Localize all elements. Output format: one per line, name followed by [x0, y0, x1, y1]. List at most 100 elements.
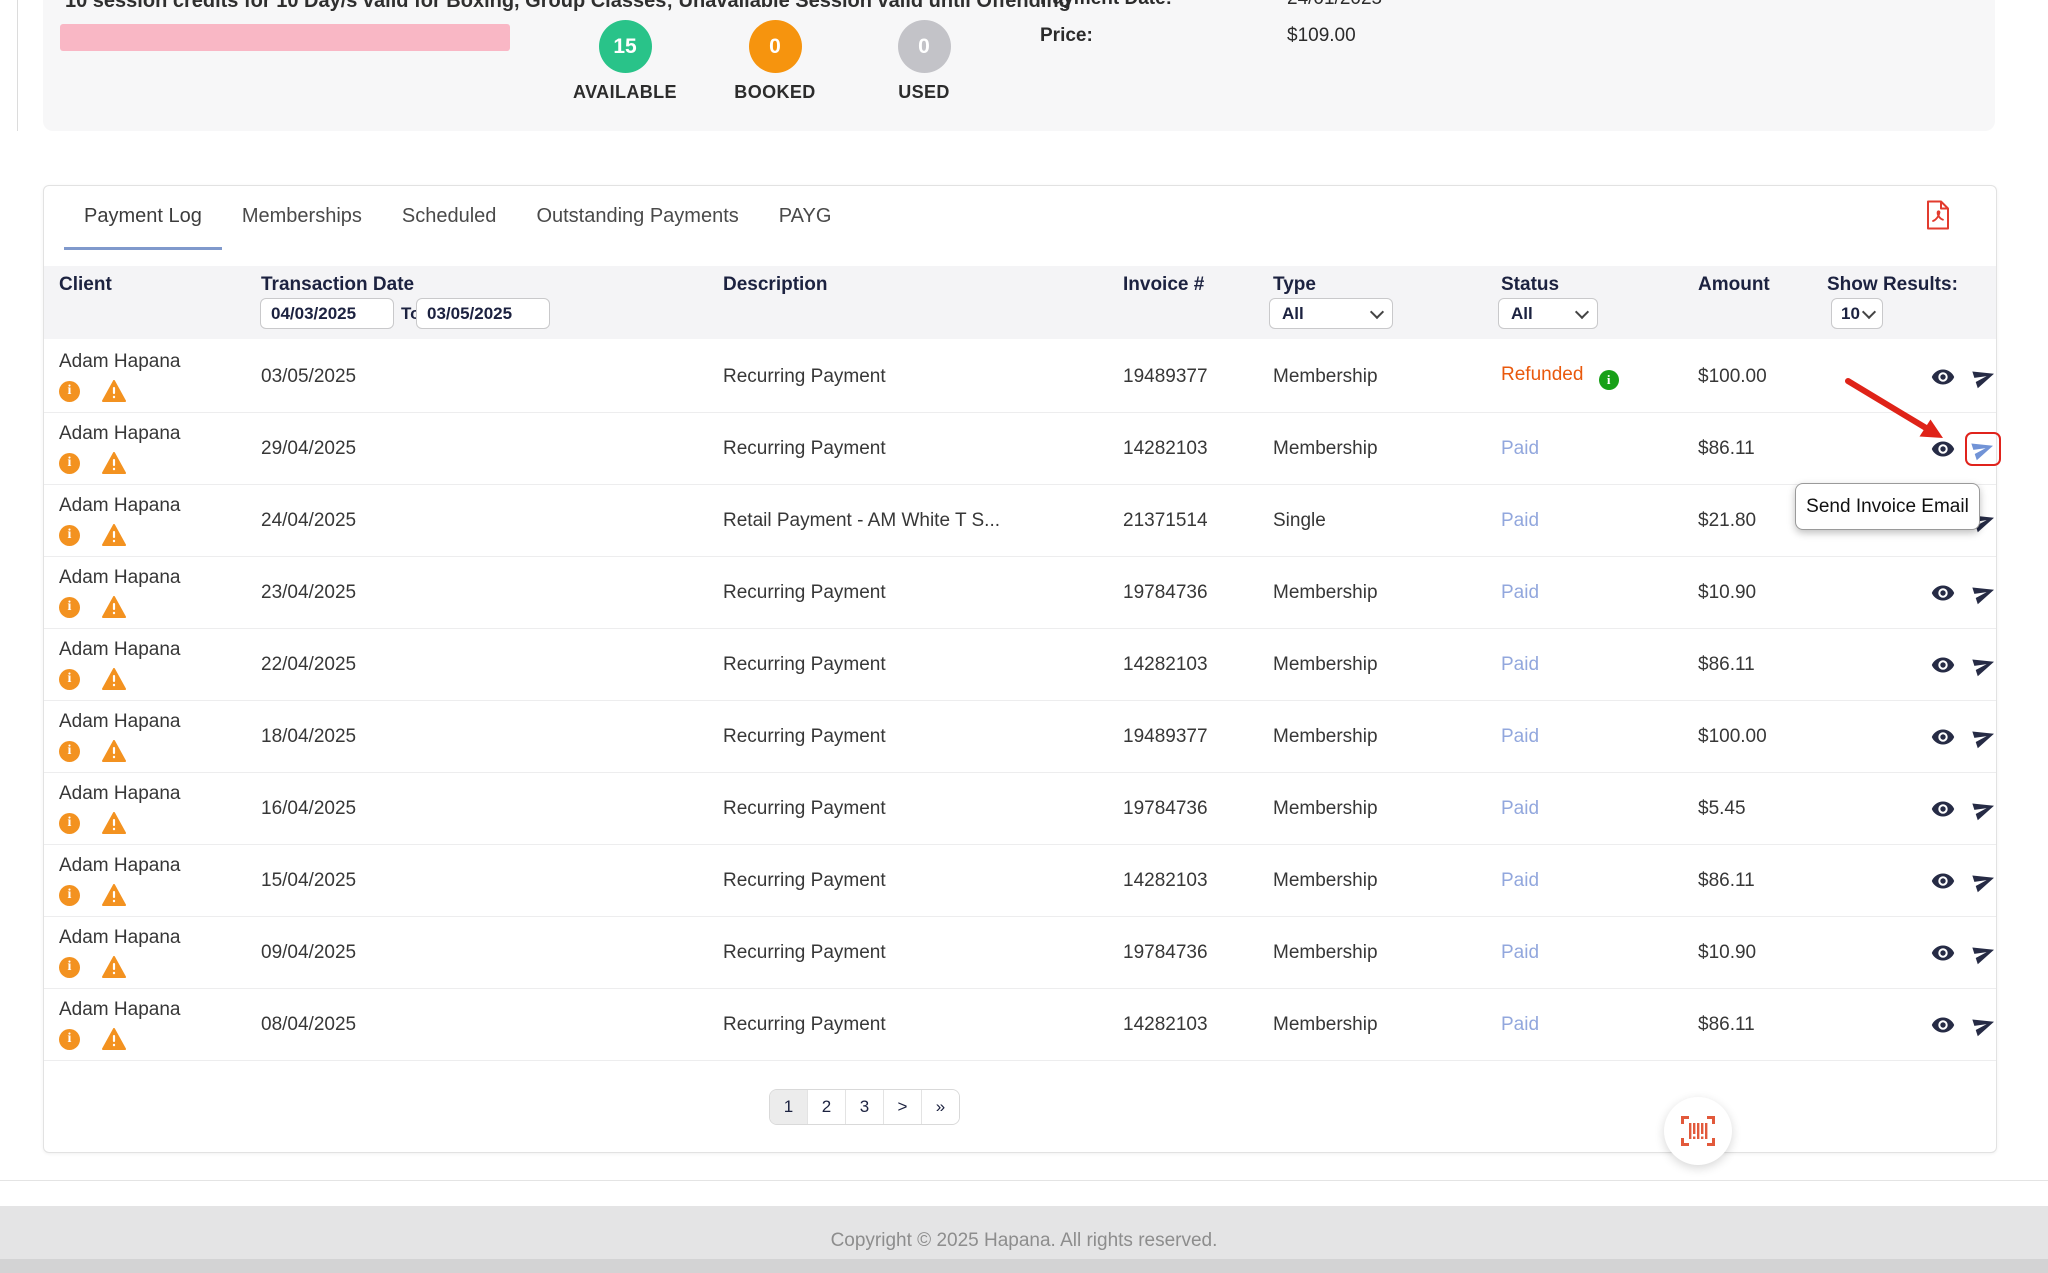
payment-type: Membership: [1273, 942, 1378, 964]
status-text: Paid: [1501, 582, 1539, 603]
refund-info-icon[interactable]: i: [1599, 370, 1619, 390]
tab[interactable]: Payment Log: [64, 186, 222, 250]
view-payment-icon[interactable]: [1931, 725, 1955, 749]
client-cell: Adam Hapana i: [59, 495, 180, 546]
amount: $86.11: [1698, 870, 1755, 892]
show-results-select[interactable]: 10: [1831, 298, 1883, 329]
status-cell: Paid i: [1501, 510, 1539, 532]
price-value: $109.00: [1287, 25, 1356, 47]
send-invoice-email-icon[interactable]: [1969, 867, 1999, 895]
tab[interactable]: Memberships: [222, 186, 382, 250]
amount: $5.45: [1698, 798, 1746, 820]
client-info-icon[interactable]: i: [59, 813, 80, 834]
amount: $86.11: [1698, 438, 1755, 460]
client-info-icon[interactable]: i: [59, 525, 80, 546]
status-cell: Paid i: [1501, 1014, 1539, 1036]
status-select[interactable]: All: [1498, 298, 1598, 329]
bottom-scrollbar-track[interactable]: [0, 1259, 2048, 1273]
view-payment-icon[interactable]: [1931, 941, 1955, 965]
stat-value: 0: [769, 35, 781, 59]
client-warning-icon[interactable]: [102, 812, 126, 834]
send-invoice-email-icon[interactable]: [1969, 363, 1999, 391]
description: Recurring Payment: [723, 798, 886, 820]
amount: $86.11: [1698, 1014, 1755, 1036]
invoice-number: 19489377: [1123, 366, 1208, 388]
client-warning-icon[interactable]: [102, 740, 126, 762]
client-warning-icon[interactable]: [102, 668, 126, 690]
send-invoice-email-icon[interactable]: [1965, 432, 2001, 466]
col-type: Type: [1273, 274, 1316, 296]
send-invoice-email-icon[interactable]: [1969, 1011, 1999, 1039]
date-from-input[interactable]: 04/03/2025: [260, 298, 394, 329]
view-payment-icon[interactable]: [1931, 581, 1955, 605]
page-button[interactable]: 3: [846, 1090, 884, 1124]
status-text: Paid: [1501, 870, 1539, 891]
table-header: Client Transaction Date Description Invo…: [44, 266, 1996, 339]
send-invoice-email-icon[interactable]: [1969, 795, 1999, 823]
client-info-icon[interactable]: i: [59, 597, 80, 618]
client-info-icon[interactable]: i: [59, 1029, 80, 1050]
description: Recurring Payment: [723, 870, 886, 892]
view-payment-icon[interactable]: [1931, 653, 1955, 677]
send-invoice-email-icon[interactable]: [1969, 579, 1999, 607]
payment-date-value: 24/01/2025: [1287, 0, 1382, 10]
client-info-icon[interactable]: i: [59, 741, 80, 762]
client-warning-icon[interactable]: [102, 452, 126, 474]
client-warning-icon[interactable]: [102, 956, 126, 978]
client-info-icon[interactable]: i: [59, 957, 80, 978]
page-button[interactable]: >: [884, 1090, 922, 1124]
view-payment-icon[interactable]: [1931, 869, 1955, 893]
table-row: Adam Hapana i 03/05/2025 Recurring Payme…: [44, 341, 1996, 413]
client-info-icon[interactable]: i: [59, 381, 80, 402]
payment-type: Membership: [1273, 1014, 1378, 1036]
view-payment-icon[interactable]: [1931, 797, 1955, 821]
client-warning-icon[interactable]: [102, 524, 126, 546]
export-pdf-icon[interactable]: [1925, 200, 1951, 230]
client-warning-icon[interactable]: [102, 884, 126, 906]
status-cell: Paid i: [1501, 798, 1539, 820]
send-invoice-email-icon[interactable]: [1969, 651, 1999, 679]
view-payment-icon[interactable]: [1931, 1013, 1955, 1037]
table-row: Adam Hapana i 09/04/2025 Recurring Payme…: [44, 917, 1996, 989]
send-invoice-email-icon[interactable]: [1969, 723, 1999, 751]
client-info-icon[interactable]: i: [59, 669, 80, 690]
transaction-date: 03/05/2025: [261, 366, 356, 388]
tab[interactable]: Outstanding Payments: [516, 186, 758, 250]
send-invoice-email-icon[interactable]: [1969, 939, 1999, 967]
page-button[interactable]: 2: [808, 1090, 846, 1124]
invoice-number: 19784736: [1123, 582, 1208, 604]
status-select-value: All: [1511, 304, 1533, 324]
status-cell: Paid i: [1501, 654, 1539, 676]
page-button[interactable]: »: [922, 1090, 959, 1124]
view-payment-icon[interactable]: [1931, 365, 1955, 389]
status-text: Paid: [1501, 726, 1539, 747]
table-row: Adam Hapana i 24/04/2025 Retail Payment …: [44, 485, 1996, 557]
invoice-number: 14282103: [1123, 870, 1208, 892]
client-warning-icon[interactable]: [102, 1028, 126, 1050]
table-row: Adam Hapana i 22/04/2025 Recurring Payme…: [44, 629, 1996, 701]
client-info-icon[interactable]: i: [59, 453, 80, 474]
client-warning-icon[interactable]: [102, 596, 126, 618]
tab[interactable]: PAYG: [759, 186, 852, 250]
client-info-icon[interactable]: i: [59, 885, 80, 906]
view-payment-icon[interactable]: [1931, 437, 1955, 461]
stat-circle: 0: [898, 20, 951, 73]
date-to-input[interactable]: 03/05/2025: [416, 298, 550, 329]
tab[interactable]: Scheduled: [382, 186, 517, 250]
left-edge-divider: [17, 0, 18, 131]
page-button[interactable]: 1: [770, 1090, 808, 1124]
stat-value: 0: [918, 35, 930, 59]
chevron-down-icon: [1862, 304, 1876, 318]
stat-value: 15: [613, 35, 636, 59]
invoice-number: 19489377: [1123, 726, 1208, 748]
invoice-number: 14282103: [1123, 654, 1208, 676]
client-warning-icon[interactable]: [102, 380, 126, 402]
footer-divider: [0, 1180, 2048, 1181]
stat-item: 0 BOOKED: [700, 20, 850, 103]
client-name: Adam Hapana: [59, 351, 180, 373]
barcode-icon: [1681, 1116, 1715, 1146]
description: Recurring Payment: [723, 438, 886, 460]
type-select[interactable]: All: [1269, 298, 1393, 329]
description: Recurring Payment: [723, 942, 886, 964]
barcode-scan-button[interactable]: [1664, 1097, 1732, 1165]
